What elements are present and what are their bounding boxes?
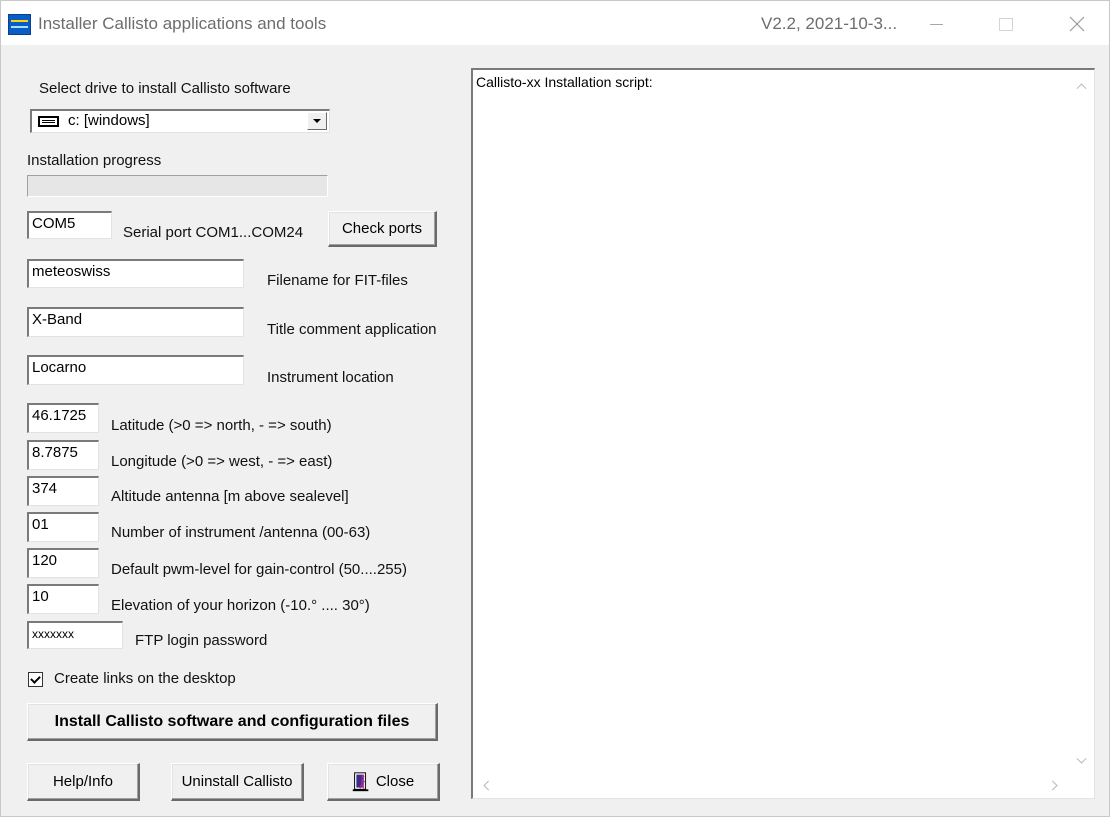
installer-window: Installer Callisto applications and tool… (0, 0, 1110, 817)
check-ports-button[interactable]: Check ports (328, 211, 437, 247)
ftp-password-input[interactable]: xxxxxxx (27, 621, 123, 649)
ftp-password-label: FTP login password (135, 632, 268, 649)
drive-dropdown-button[interactable] (307, 112, 327, 130)
instrument-number-input[interactable]: 01 (27, 512, 99, 542)
serial-port-input[interactable]: COM5 (27, 211, 112, 239)
desktop-links-label[interactable]: Create links on the desktop (54, 670, 236, 687)
serial-port-label: Serial port COM1...COM24 (123, 224, 304, 241)
filename-label: Filename for FIT-files (267, 272, 408, 289)
desktop-links-checkbox[interactable] (28, 672, 43, 687)
script-text: Callisto-xx Installation script: (476, 74, 653, 90)
minimize-icon (929, 23, 943, 25)
close-button-label: Close (375, 773, 415, 790)
filename-input[interactable]: meteoswiss (27, 259, 244, 288)
window-version: V2.2, 2021-10-3... (761, 14, 898, 33)
installation-script-memo[interactable]: Callisto-xx Installation script: (471, 68, 1095, 799)
location-label: Instrument location (267, 369, 394, 386)
install-button[interactable]: Install Callisto software and configurat… (27, 703, 438, 741)
window-title: Installer Callisto applications and tool… (38, 14, 327, 33)
title-comment-input[interactable]: X-Band (27, 307, 244, 337)
horizon-label: Elevation of your horizon (-10.° .... 30… (111, 597, 370, 614)
scroll-left-button[interactable] (478, 778, 493, 792)
maximize-icon (999, 17, 1013, 31)
location-input[interactable]: Locarno (27, 355, 244, 385)
chevron-up-icon (1076, 82, 1086, 93)
uninstall-button[interactable]: Uninstall Callisto (171, 763, 304, 801)
help-info-button[interactable]: Help/Info (27, 763, 140, 801)
latitude-label: Latitude (>0 => north, - => south) (111, 417, 332, 434)
installation-progress-bar (27, 175, 328, 197)
close-window-button[interactable] (1058, 9, 1096, 39)
maximize-button[interactable] (987, 9, 1025, 39)
pwm-level-label: Default pwm-level for gain-control (50..… (111, 561, 407, 578)
chevron-right-icon (1047, 780, 1058, 790)
altitude-input[interactable]: 374 (27, 476, 99, 506)
scroll-right-button[interactable] (1047, 778, 1062, 792)
scroll-down-button[interactable] (1074, 753, 1088, 768)
latitude-input[interactable]: 46.1725 (27, 403, 99, 433)
checkmark-icon (30, 672, 41, 684)
door-exit-icon (352, 771, 369, 791)
close-button[interactable]: Close (327, 763, 440, 801)
altitude-label: Altitude antenna [m above sealevel] (111, 488, 349, 505)
horizon-input[interactable]: 10 (27, 584, 99, 614)
close-icon (1069, 16, 1085, 32)
drive-label: Select drive to install Callisto softwar… (39, 80, 291, 97)
scroll-up-button[interactable] (1074, 78, 1088, 93)
chevron-down-icon (1076, 753, 1086, 764)
chevron-down-icon (313, 119, 321, 123)
longitude-label: Longitude (>0 => west, - => east) (111, 453, 333, 470)
title-comment-label: Title comment application (267, 321, 437, 338)
title-bar[interactable]: Installer Callisto applications and tool… (1, 1, 1109, 45)
instrument-number-label: Number of instrument /antenna (00-63) (111, 524, 371, 541)
progress-label: Installation progress (27, 152, 162, 169)
drive-select-value: c: [windows] (68, 112, 150, 129)
longitude-input[interactable]: 8.7875 (27, 440, 99, 470)
drive-icon (38, 116, 59, 127)
drive-select[interactable]: c: [windows] (30, 109, 330, 133)
pwm-level-input[interactable]: 120 (27, 548, 99, 578)
minimize-button[interactable] (917, 9, 955, 39)
chevron-left-icon (482, 780, 493, 790)
app-icon (8, 14, 31, 35)
